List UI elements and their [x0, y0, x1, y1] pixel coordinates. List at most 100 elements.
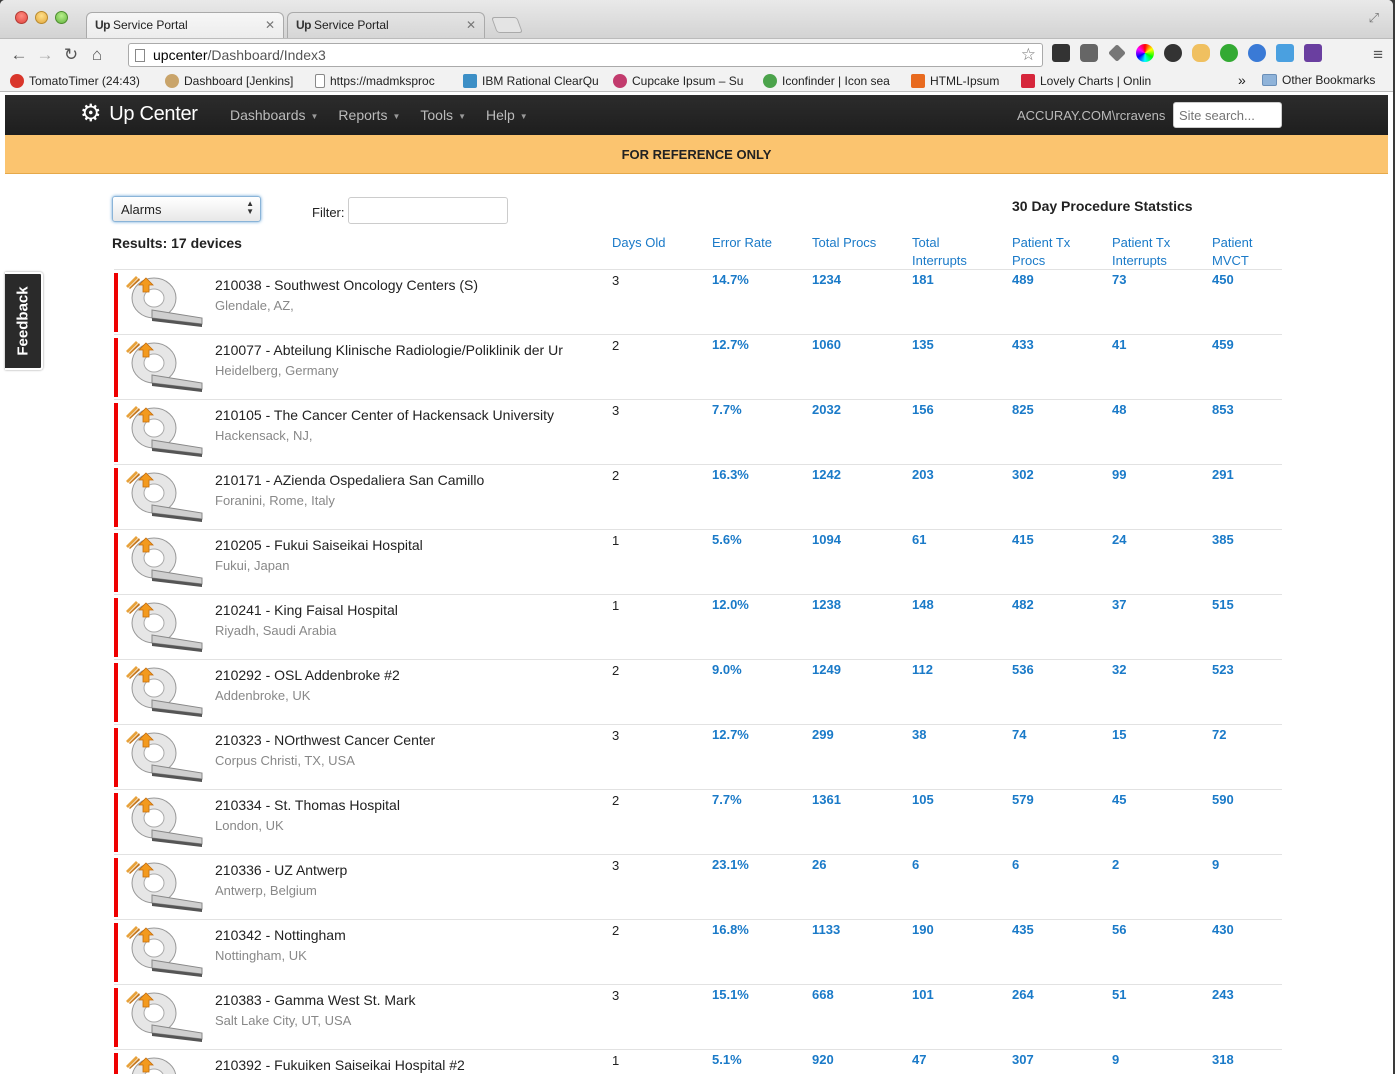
column-header-total-procs[interactable]: Total Procs — [812, 234, 876, 252]
device-row[interactable]: 210392 - Fukuiken Saiseikai Hospital #2 … — [114, 1049, 1282, 1074]
error-rate-value[interactable]: 7.7% — [712, 792, 742, 807]
patient-tx-interrupts-value[interactable]: 45 — [1112, 792, 1126, 807]
globe-extension-icon[interactable] — [1248, 44, 1266, 62]
browser-tab[interactable]: Up Service Portal ✕ — [287, 12, 485, 38]
device-title[interactable]: 210171 - AZienda Ospedaliera San Camillo — [215, 472, 565, 488]
more-bookmarks-chevron[interactable]: » — [1238, 72, 1246, 88]
patient-tx-procs-value[interactable]: 489 — [1012, 272, 1034, 287]
column-header-error-rate[interactable]: Error Rate — [712, 234, 772, 252]
patient-tx-procs-value[interactable]: 579 — [1012, 792, 1034, 807]
patient-mvct-value[interactable]: 318 — [1212, 1052, 1234, 1067]
patient-tx-procs-value[interactable]: 307 — [1012, 1052, 1034, 1067]
device-title[interactable]: 210205 - Fukui Saiseikai Hospital — [215, 537, 565, 553]
menu-tools[interactable]: Tools ▼ — [420, 107, 466, 123]
patient-tx-interrupts-value[interactable]: 24 — [1112, 532, 1126, 547]
total-procs-value[interactable]: 1242 — [812, 467, 841, 482]
total-interrupts-value[interactable]: 156 — [912, 402, 934, 417]
error-rate-value[interactable]: 5.1% — [712, 1052, 742, 1067]
close-window-button[interactable] — [15, 11, 28, 24]
brand-link[interactable]: ⚙ Up Center — [80, 102, 198, 126]
device-row[interactable]: 210336 - UZ Antwerp Antwerp, Belgium 3 2… — [114, 854, 1282, 919]
device-title[interactable]: 210334 - St. Thomas Hospital — [215, 797, 565, 813]
patient-tx-procs-value[interactable]: 825 — [1012, 402, 1034, 417]
address-bar[interactable]: upcenter/Dashboard/Index3 ☆ — [128, 43, 1043, 67]
device-row[interactable]: 210241 - King Faisal Hospital Riyadh, Sa… — [114, 594, 1282, 659]
menu-reports[interactable]: Reports ▼ — [338, 107, 400, 123]
device-title[interactable]: 210241 - King Faisal Hospital — [215, 602, 565, 618]
minimize-window-button[interactable] — [35, 11, 48, 24]
bookmark-star-icon[interactable]: ☆ — [1021, 45, 1036, 65]
total-interrupts-value[interactable]: 190 — [912, 922, 934, 937]
device-title[interactable]: 210336 - UZ Antwerp — [215, 862, 565, 878]
bookmark-item[interactable]: TomatoTimer (24:43) — [0, 73, 155, 88]
patient-mvct-value[interactable]: 385 — [1212, 532, 1234, 547]
bookmark-item[interactable]: Lovely Charts | Onlin — [1011, 73, 1166, 88]
forward-icon[interactable]: → — [32, 45, 58, 65]
device-row[interactable]: 210205 - Fukui Saiseikai Hospital Fukui,… — [114, 529, 1282, 594]
home-icon[interactable]: ⌂ — [84, 45, 110, 65]
total-procs-value[interactable]: 299 — [812, 727, 834, 742]
patient-mvct-value[interactable]: 515 — [1212, 597, 1234, 612]
error-rate-value[interactable]: 12.7% — [712, 337, 749, 352]
total-interrupts-value[interactable]: 112 — [912, 662, 933, 677]
patient-tx-procs-value[interactable]: 74 — [1012, 727, 1026, 742]
patient-tx-interrupts-value[interactable]: 51 — [1112, 987, 1126, 1002]
total-procs-value[interactable]: 1094 — [812, 532, 841, 547]
patient-mvct-value[interactable]: 523 — [1212, 662, 1234, 677]
error-rate-value[interactable]: 16.3% — [712, 467, 749, 482]
column-header-patient-tx-interrupts[interactable]: Patient Tx Interrupts — [1112, 234, 1170, 270]
patient-tx-interrupts-value[interactable]: 99 — [1112, 467, 1126, 482]
patient-tx-interrupts-value[interactable]: 37 — [1112, 597, 1126, 612]
filter-input[interactable] — [348, 197, 508, 224]
column-header-days-old[interactable]: Days Old — [612, 234, 665, 252]
device-title[interactable]: 210105 - The Cancer Center of Hackensack… — [215, 407, 565, 423]
total-procs-value[interactable]: 1249 — [812, 662, 841, 677]
green-extension-icon[interactable] — [1220, 44, 1238, 62]
device-title[interactable]: 210038 - Southwest Oncology Centers (S) — [215, 277, 565, 293]
patient-tx-interrupts-value[interactable]: 48 — [1112, 402, 1126, 417]
cat-extension-icon[interactable] — [1192, 44, 1210, 62]
color-picker-extension-icon[interactable] — [1136, 44, 1154, 62]
patient-tx-procs-value[interactable]: 433 — [1012, 337, 1034, 352]
device-row[interactable]: 210077 - Abteilung Klinische Radiologie/… — [114, 334, 1282, 399]
total-interrupts-value[interactable]: 6 — [912, 857, 919, 872]
device-title[interactable]: 210342 - Nottingham — [215, 927, 565, 943]
menu-dashboards[interactable]: Dashboards ▼ — [230, 107, 318, 123]
fullscreen-icon[interactable]: ⤢ — [1369, 10, 1379, 26]
close-tab-icon[interactable]: ✕ — [265, 18, 275, 32]
error-rate-value[interactable]: 9.0% — [712, 662, 742, 677]
patient-mvct-value[interactable]: 243 — [1212, 987, 1234, 1002]
patient-tx-procs-value[interactable]: 415 — [1012, 532, 1034, 547]
patient-tx-interrupts-value[interactable]: 15 — [1112, 727, 1126, 742]
total-interrupts-value[interactable]: 203 — [912, 467, 934, 482]
total-procs-value[interactable]: 1234 — [812, 272, 841, 287]
patient-tx-procs-value[interactable]: 6 — [1012, 857, 1019, 872]
patient-mvct-value[interactable]: 72 — [1212, 727, 1226, 742]
pocket-extension-icon[interactable] — [1080, 44, 1098, 62]
bookmark-item[interactable]: Cupcake Ipsum – Su — [603, 73, 753, 88]
other-bookmarks[interactable]: Other Bookmarks — [1262, 73, 1375, 87]
wrench-extension-icon[interactable] — [1108, 44, 1126, 62]
total-interrupts-value[interactable]: 101 — [912, 987, 934, 1002]
patient-tx-procs-value[interactable]: 302 — [1012, 467, 1034, 482]
device-row[interactable]: 210383 - Gamma West St. Mark Salt Lake C… — [114, 984, 1282, 1049]
close-tab-icon[interactable]: ✕ — [466, 18, 476, 32]
total-interrupts-value[interactable]: 148 — [912, 597, 934, 612]
device-row[interactable]: 210323 - NOrthwest Cancer Center Corpus … — [114, 724, 1282, 789]
bookmark-item[interactable]: Iconfinder | Icon sea — [753, 73, 901, 88]
device-row[interactable]: 210292 - OSL Addenbroke #2 Addenbroke, U… — [114, 659, 1282, 724]
site-search-input[interactable] — [1173, 102, 1282, 128]
patient-tx-interrupts-value[interactable]: 41 — [1112, 337, 1126, 352]
device-row[interactable]: 210334 - St. Thomas Hospital London, UK … — [114, 789, 1282, 854]
patient-tx-interrupts-value[interactable]: 2 — [1112, 857, 1119, 872]
total-interrupts-value[interactable]: 38 — [912, 727, 926, 742]
column-header-total-interrupts[interactable]: Total Interrupts — [912, 234, 967, 270]
total-procs-value[interactable]: 1361 — [812, 792, 841, 807]
device-row[interactable]: 210342 - Nottingham Nottingham, UK 2 16.… — [114, 919, 1282, 984]
device-title[interactable]: 210392 - Fukuiken Saiseikai Hospital #2 — [215, 1057, 565, 1073]
total-interrupts-value[interactable]: 61 — [912, 532, 926, 547]
column-header-patient-mvct[interactable]: Patient MVCT — [1212, 234, 1252, 270]
menu-icon[interactable]: ≡ — [1373, 45, 1383, 65]
total-interrupts-value[interactable]: 105 — [912, 792, 934, 807]
bookmark-item[interactable]: HTML-Ipsum — [901, 73, 1011, 88]
